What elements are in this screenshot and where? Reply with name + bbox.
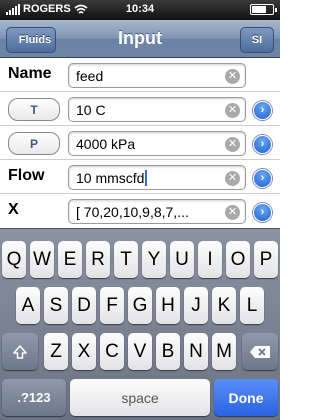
flow-field[interactable]: 10 mmscfd ✕ [68, 165, 246, 190]
key-y[interactable]: Y [142, 241, 166, 278]
name-row: Name feed ✕ [0, 59, 280, 92]
shift-icon [13, 344, 27, 359]
pressure-value: 4000 kPa [76, 136, 136, 152]
name-label: Name [8, 65, 52, 82]
composition-label: X [8, 201, 19, 218]
text-cursor [145, 170, 148, 186]
flow-value-wrap: 10 mmscfd [76, 170, 148, 186]
key-z[interactable]: Z [44, 333, 68, 370]
detail-disclosure-icon[interactable]: › [253, 203, 272, 222]
done-key[interactable]: Done [214, 379, 278, 416]
composition-value: [ 70,20,10,9,8,7,... [76, 204, 189, 220]
space-key[interactable]: space [70, 379, 210, 416]
detail-disclosure-icon[interactable]: › [253, 169, 272, 188]
key-s[interactable]: S [44, 287, 68, 324]
key-f[interactable]: F [100, 287, 124, 324]
temperature-row: T 10 C ✕ › [0, 93, 280, 126]
key-h[interactable]: H [156, 287, 180, 324]
key-k[interactable]: K [212, 287, 236, 324]
key-j[interactable]: J [184, 287, 208, 324]
key-b[interactable]: B [156, 333, 180, 370]
key-i[interactable]: I [198, 241, 222, 278]
detail-disclosure-icon[interactable]: › [253, 101, 272, 120]
composition-row: X [ 70,20,10,9,8,7,... ✕ › [0, 195, 280, 228]
numbers-key[interactable]: .?123 [2, 379, 66, 416]
clear-icon[interactable]: ✕ [225, 137, 240, 152]
key-w[interactable]: W [30, 241, 54, 278]
key-g[interactable]: G [128, 287, 152, 324]
key-d[interactable]: D [72, 287, 96, 324]
key-x[interactable]: X [72, 333, 96, 370]
key-e[interactable]: E [58, 241, 82, 278]
back-button-label: Fluids [18, 34, 52, 46]
name-value: feed [76, 68, 104, 84]
key-u[interactable]: U [170, 241, 194, 278]
backspace-icon [250, 345, 270, 358]
pressure-button[interactable]: P [8, 132, 60, 155]
backspace-key[interactable] [242, 333, 278, 370]
status-bar: ROGERS 10:34 [0, 0, 280, 20]
flow-value: 10 mmscfd [76, 170, 145, 186]
clear-icon[interactable]: ✕ [225, 103, 240, 118]
flow-row: Flow 10 mmscfd ✕ › [0, 161, 280, 194]
key-c[interactable]: C [100, 333, 124, 370]
navigation-bar: Fluids Input SI [0, 20, 280, 58]
keyboard: Q W E R T Y U I O P A S D F G H J K L Z … [0, 228, 280, 420]
clear-icon[interactable]: ✕ [225, 69, 240, 84]
key-p[interactable]: P [254, 241, 278, 278]
clock: 10:34 [125, 3, 155, 15]
key-l[interactable]: L [240, 287, 264, 324]
key-t[interactable]: T [114, 241, 138, 278]
units-button[interactable]: SI [240, 27, 274, 53]
clear-icon[interactable]: ✕ [225, 205, 240, 220]
key-o[interactable]: O [226, 241, 250, 278]
key-n[interactable]: N [184, 333, 208, 370]
clear-icon[interactable]: ✕ [225, 171, 240, 186]
pressure-field[interactable]: 4000 kPa ✕ [68, 131, 246, 156]
key-v[interactable]: V [128, 333, 152, 370]
flow-label: Flow [8, 167, 45, 184]
composition-field[interactable]: [ 70,20,10,9,8,7,... ✕ [68, 199, 246, 224]
detail-disclosure-icon[interactable]: › [253, 135, 272, 154]
temperature-field[interactable]: 10 C ✕ [68, 97, 246, 122]
temperature-button[interactable]: T [8, 98, 60, 121]
name-field[interactable]: feed ✕ [68, 63, 246, 88]
battery-icon [250, 4, 277, 15]
key-r[interactable]: R [86, 241, 110, 278]
shift-key[interactable] [2, 333, 38, 370]
key-q[interactable]: Q [2, 241, 26, 278]
key-m[interactable]: M [212, 333, 236, 370]
pressure-row: P 4000 kPa ✕ › [0, 127, 280, 160]
key-a[interactable]: A [16, 287, 40, 324]
temperature-value: 10 C [76, 102, 106, 118]
